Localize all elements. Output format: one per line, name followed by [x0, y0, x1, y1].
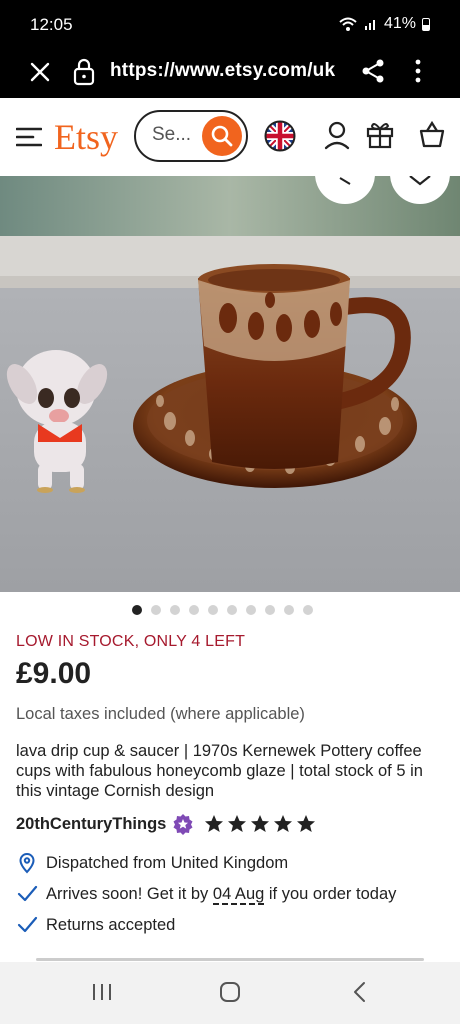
- carousel-dot[interactable]: [208, 605, 218, 615]
- product-price: £9.00: [16, 657, 92, 690]
- status-time: 12:05: [30, 15, 73, 34]
- carousel-dot[interactable]: [170, 605, 180, 615]
- arrival-date[interactable]: 04 Aug: [212, 884, 265, 905]
- etsy-logo[interactable]: Etsy: [54, 116, 118, 158]
- rating-stars[interactable]: [204, 814, 316, 834]
- menu-icon[interactable]: [16, 126, 42, 148]
- recent-apps-icon[interactable]: [90, 980, 114, 1004]
- status-bar: 12:05 41%: [0, 0, 460, 48]
- location-pin-icon: [19, 852, 35, 874]
- arrival-suffix: if you order today: [264, 884, 397, 903]
- share-icon[interactable]: [360, 57, 386, 85]
- back-icon[interactable]: [348, 980, 372, 1004]
- arrival-row: Arrives soon! Get it by 04 Aug if you or…: [16, 883, 396, 905]
- battery-icon: [422, 17, 430, 31]
- product-photo: [0, 176, 460, 592]
- wifi-icon: [339, 17, 357, 31]
- shop-name[interactable]: 20thCenturyThings: [16, 815, 166, 834]
- uk-flag-icon[interactable]: [264, 120, 296, 152]
- star-icon: [274, 815, 293, 832]
- status-indicators: 41%: [338, 15, 430, 33]
- carousel-dot[interactable]: [132, 605, 142, 615]
- check-icon: [17, 885, 38, 902]
- dispatch-row: Dispatched from United Kingdom: [16, 852, 288, 874]
- search-placeholder: Se...: [152, 124, 192, 145]
- url-text[interactable]: https://www.etsy.com/uk: [110, 60, 335, 82]
- carousel-dot[interactable]: [265, 605, 275, 615]
- returns-text: Returns accepted: [46, 915, 176, 934]
- carousel-dot[interactable]: [303, 605, 313, 615]
- browser-url-bar: https://www.etsy.com/uk: [0, 48, 460, 98]
- carousel-dot[interactable]: [151, 605, 161, 615]
- carousel-dot[interactable]: [227, 605, 237, 615]
- system-nav-bar: [0, 962, 460, 1024]
- product-image[interactable]: [0, 176, 460, 592]
- battery-percent: 41%: [383, 15, 416, 32]
- star-icon: [205, 815, 224, 832]
- star-icon: [251, 815, 270, 832]
- product-title: lava drip cup & saucer | 1970s Kernewek …: [16, 742, 423, 800]
- image-carousel-dots[interactable]: [132, 605, 313, 615]
- stock-notice: LOW IN STOCK, ONLY 4 LEFT: [16, 633, 246, 650]
- user-icon[interactable]: [324, 120, 350, 150]
- arrival-prefix: Arrives soon! Get it by: [46, 884, 213, 903]
- check-icon: [17, 916, 38, 933]
- dispatch-text: Dispatched from United Kingdom: [46, 853, 289, 872]
- returns-row: Returns accepted: [16, 914, 175, 936]
- site-header: Etsy Se...: [0, 98, 460, 176]
- bag-icon[interactable]: [418, 120, 446, 148]
- search-icon: [211, 125, 233, 147]
- star-icon: [228, 815, 247, 832]
- carousel-dot[interactable]: [284, 605, 294, 615]
- carousel-dot[interactable]: [189, 605, 199, 615]
- star-seller-icon: [173, 814, 193, 835]
- lock-icon[interactable]: [72, 57, 96, 87]
- more-icon[interactable]: [408, 57, 428, 85]
- close-icon[interactable]: [26, 58, 54, 86]
- taxes-note: Local taxes included (where applicable): [16, 705, 305, 723]
- star-icon: [297, 815, 316, 832]
- search-input[interactable]: Se...: [134, 110, 248, 162]
- shop-row[interactable]: 20thCenturyThings: [16, 813, 316, 835]
- gift-icon[interactable]: [366, 119, 394, 149]
- signal-icon: [364, 20, 375, 30]
- search-button[interactable]: [202, 116, 242, 156]
- add-to-basket-edge: [36, 958, 424, 961]
- arrival-text: Arrives soon! Get it by 04 Aug if you or…: [46, 884, 397, 905]
- carousel-dot[interactable]: [246, 605, 256, 615]
- home-icon[interactable]: [218, 980, 242, 1004]
